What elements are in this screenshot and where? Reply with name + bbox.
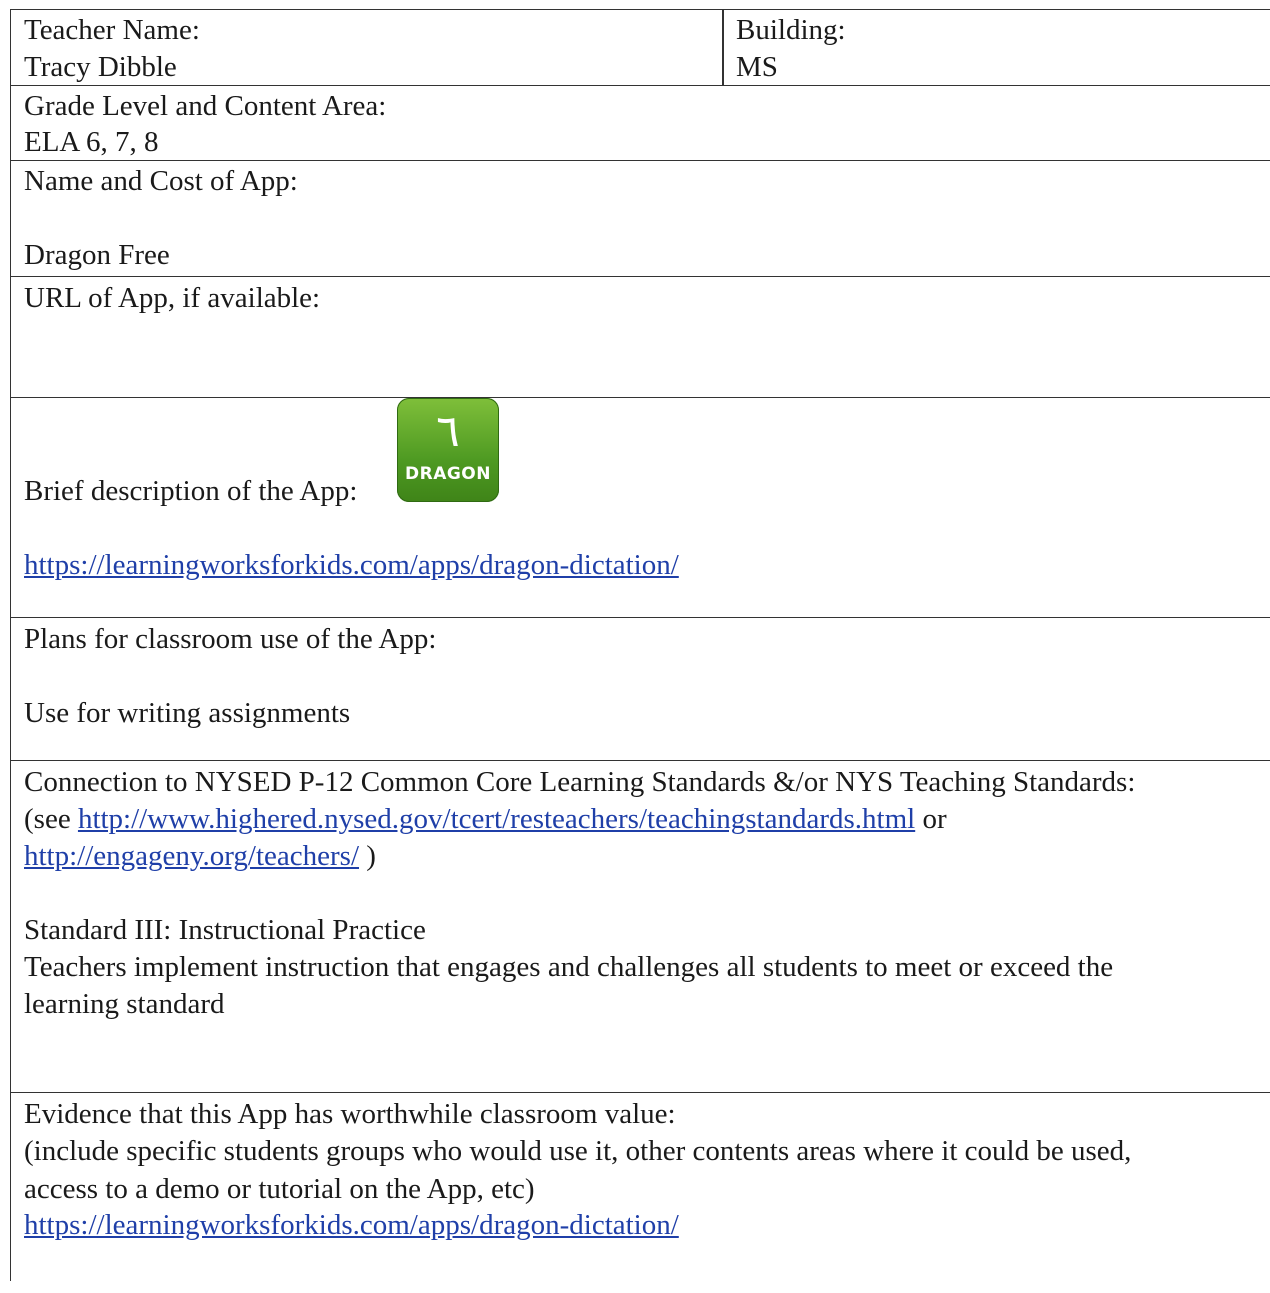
plans-row: Plans for classroom use of the App: Use … — [11, 618, 1270, 761]
see-prefix: (see — [24, 803, 78, 835]
evidence-row: Evidence that this App has worthwhile cl… — [11, 1093, 1270, 1293]
evidence-detail-line1: (include specific students groups who wo… — [24, 1135, 1132, 1167]
standard-title: Standard III: Instructional Practice — [24, 914, 426, 946]
app-name-row: Name and Cost of App: Dragon Free — [11, 161, 1270, 277]
standard-text-line2: learning standard — [24, 988, 225, 1020]
plans-label: Plans for classroom use of the App: — [24, 623, 437, 655]
dragon-app-icon: ٦ DRAGON — [397, 398, 499, 502]
building-cell: Building: MS — [724, 10, 1270, 85]
app-name-label: Name and Cost of App: — [24, 165, 298, 197]
connection-row: Connection to NYSED P-12 Common Core Lea… — [11, 761, 1270, 1093]
teacher-building-row: Teacher Name: Tracy Dibble Building: MS — [11, 10, 1270, 86]
app-url-label: URL of App, if available: — [24, 282, 321, 314]
app-name-value: Dragon Free — [24, 239, 170, 271]
or-text: or — [915, 803, 947, 835]
evidence-detail-line2: access to a demo or tutorial on the App,… — [24, 1173, 535, 1205]
building-value: MS — [736, 51, 778, 83]
building-label: Building: — [736, 14, 846, 46]
plans-value: Use for writing assignments — [24, 697, 351, 729]
grade-label: Grade Level and Content Area: — [24, 90, 387, 122]
standard-text-line1: Teachers implement instruction that enga… — [24, 951, 1114, 983]
teaching-standards-link[interactable]: http://www.highered.nysed.gov/tcert/rest… — [78, 803, 915, 835]
dragon-glyph-icon: ٦ — [436, 406, 460, 457]
description-link[interactable]: https://learningworksforkids.com/apps/dr… — [24, 547, 679, 584]
description-label: Brief description of the App: — [24, 475, 358, 507]
connection-link2-line: http://engageny.org/teachers/ ) — [24, 838, 376, 875]
teacher-label: Teacher Name: — [24, 14, 200, 46]
app-url-row: URL of App, if available: — [11, 277, 1270, 398]
evidence-label: Evidence that this App has worthwhile cl… — [24, 1098, 676, 1130]
teacher-name: Tracy Dibble — [24, 51, 177, 83]
connection-see-line: (see http://www.highered.nysed.gov/tcert… — [24, 801, 947, 838]
grade-value: ELA 6, 7, 8 — [24, 126, 159, 158]
teacher-cell: Teacher Name: Tracy Dibble — [11, 10, 723, 85]
connection-label: Connection to NYSED P-12 Common Core Lea… — [24, 766, 1136, 798]
grade-row: Grade Level and Content Area: ELA 6, 7, … — [11, 86, 1270, 161]
dragon-icon-text: DRAGON — [405, 464, 491, 484]
evidence-link[interactable]: https://learningworksforkids.com/apps/dr… — [24, 1207, 679, 1244]
app-evaluation-form: Teacher Name: Tracy Dibble Building: MS … — [10, 9, 1270, 1281]
description-row: Brief description of the App: ٦ DRAGON h… — [11, 398, 1270, 618]
engageny-link[interactable]: http://engageny.org/teachers/ — [24, 840, 359, 872]
close-paren: ) — [359, 840, 376, 872]
